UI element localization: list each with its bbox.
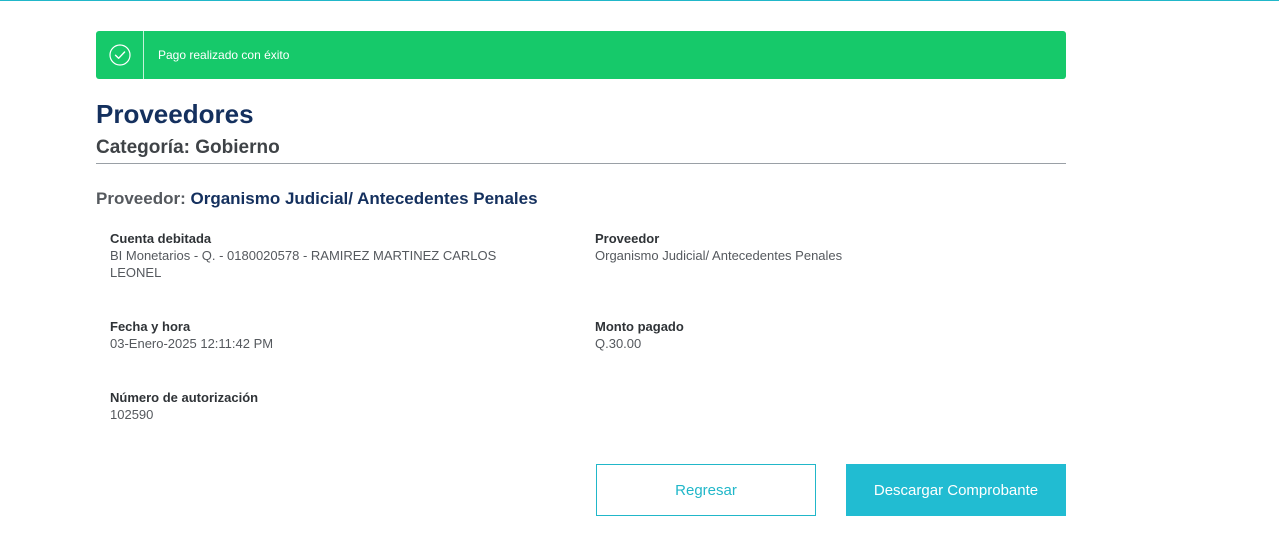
payment-confirmation-page: Pago realizado con éxito Proveedores Cat… bbox=[0, 0, 1279, 558]
alert-icon-container bbox=[96, 31, 144, 79]
debited-account-label: Cuenta debitada bbox=[110, 231, 212, 246]
datetime-label: Fecha y hora bbox=[110, 319, 191, 334]
authorization-field: Número de autorización 102590 bbox=[110, 389, 540, 423]
category-subtitle: Categoría: Gobierno bbox=[96, 137, 280, 158]
provider-heading-label: Proveedor: bbox=[96, 189, 186, 208]
provider-heading-name: Organismo Judicial/ Antecedentes Penales bbox=[190, 189, 538, 208]
provider-value: Organismo Judicial/ Antecedentes Penales bbox=[595, 248, 843, 263]
alert-message: Pago realizado con éxito bbox=[158, 48, 290, 62]
provider-field: Proveedor Organismo Judicial/ Antecedent… bbox=[595, 230, 1025, 264]
authorization-value: 102590 bbox=[110, 407, 154, 422]
authorization-label: Número de autorización bbox=[110, 390, 259, 405]
header-divider bbox=[96, 163, 1066, 164]
datetime-field: Fecha y hora 03-Enero-2025 12:11:42 PM bbox=[110, 318, 540, 352]
back-button[interactable]: Regresar bbox=[596, 464, 816, 516]
amount-field: Monto pagado Q.30.00 bbox=[595, 318, 1025, 352]
amount-label: Monto pagado bbox=[595, 319, 684, 334]
page-title: Proveedores bbox=[96, 99, 254, 129]
provider-heading: Proveedor: Organismo Judicial/ Anteceden… bbox=[96, 189, 538, 209]
debited-account-value: BI Monetarios - Q. - 0180020578 - RAMIRE… bbox=[110, 248, 497, 280]
provider-label: Proveedor bbox=[595, 231, 660, 246]
debited-account-field: Cuenta debitada BI Monetarios - Q. - 018… bbox=[110, 230, 530, 281]
download-receipt-button[interactable]: Descargar Comprobante bbox=[846, 464, 1066, 516]
amount-value: Q.30.00 bbox=[595, 336, 642, 351]
success-alert: Pago realizado con éxito bbox=[96, 31, 1066, 79]
check-circle-icon bbox=[108, 44, 131, 66]
datetime-value: 03-Enero-2025 12:11:42 PM bbox=[110, 336, 274, 351]
